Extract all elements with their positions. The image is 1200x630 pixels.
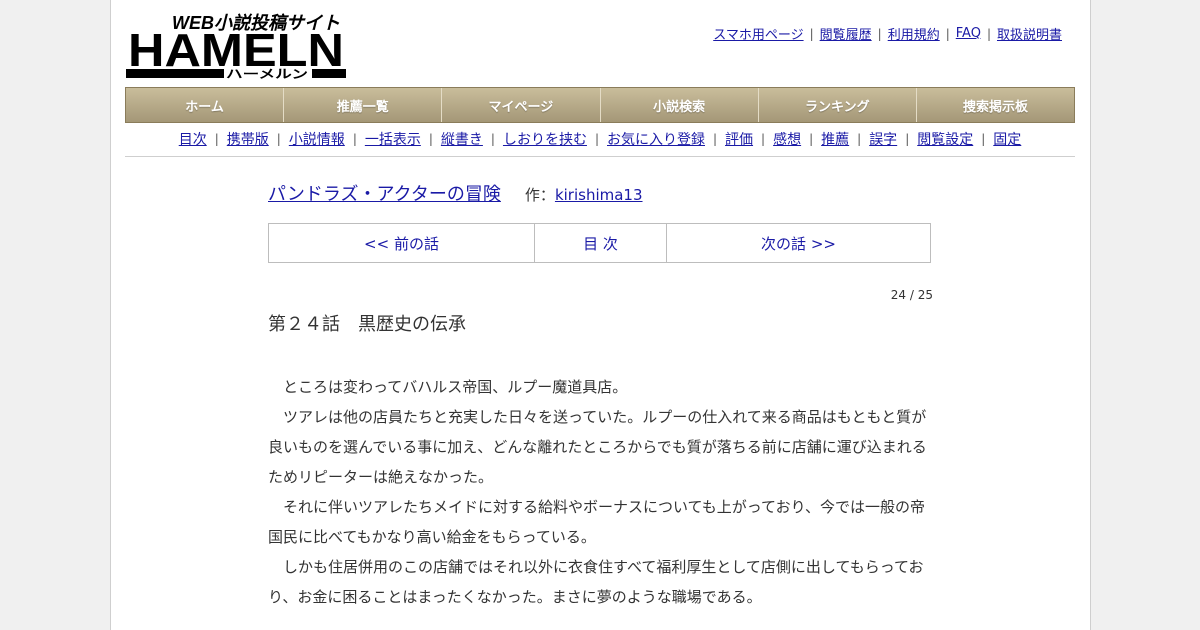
subnav-view-settings[interactable]: 閲覧設定 [917, 129, 973, 149]
novel-content: パンドラズ・アクターの冒険 作：kirishima13 << 前の話 目 次 次… [268, 180, 933, 612]
separator: | [214, 132, 219, 146]
subnav-rating[interactable]: 評価 [725, 129, 753, 149]
nav-recommendations[interactable]: 推薦一覧 [284, 88, 443, 122]
separator: | [877, 26, 882, 41]
separator: | [945, 26, 950, 41]
separator: | [809, 132, 814, 146]
subnav-pin[interactable]: 固定 [993, 129, 1021, 149]
nav-home[interactable]: ホーム [126, 88, 285, 122]
separator: | [986, 26, 991, 41]
subnav-typo[interactable]: 誤字 [869, 129, 897, 149]
separator: | [352, 132, 357, 146]
subnav-toc[interactable]: 目次 [179, 129, 207, 149]
separator: | [905, 132, 910, 146]
paragraph: それに伴いツアレたちメイドに対する給料やボーナスについても上がっており、今では一… [268, 498, 926, 546]
terms-link[interactable]: 利用規約 [888, 24, 940, 43]
smartphone-page-link[interactable]: スマホ用ページ [713, 24, 803, 43]
logo-kana: ハーメルン [226, 67, 308, 80]
next-chapter-link[interactable]: 次の話 >> [761, 233, 836, 254]
separator: | [761, 132, 766, 146]
separator: | [981, 132, 986, 146]
chapter-title: 第２４話 黒歴史の伝承 [268, 314, 466, 335]
author-link[interactable]: kirishima13 [555, 186, 643, 204]
subnav-show-all[interactable]: 一括表示 [365, 129, 421, 149]
chapter-body: ところは変わってバハルス帝国、ルプー魔道具店。 ツアレは他の店員たちと充実した日… [268, 372, 933, 612]
faq-link[interactable]: FAQ [956, 26, 981, 41]
nav-mypage[interactable]: マイページ [442, 88, 601, 122]
hameln-logo[interactable]: WEB小説投稿サイト HAMELN ハーメルン [126, 10, 346, 80]
nav-search-board[interactable]: 捜索掲示板 [917, 88, 1074, 122]
separator: | [713, 132, 718, 146]
paragraph: ところは変わってバハルス帝国、ルプー魔道具店。 [268, 378, 628, 396]
pager-toc-cell: 目 次 [535, 224, 667, 262]
subnav-bookmark[interactable]: しおりを挟む [503, 129, 587, 149]
separator: | [809, 26, 814, 41]
separator: | [490, 132, 495, 146]
subnav-comments[interactable]: 感想 [773, 129, 801, 149]
paragraph: しかも住居併用のこの店舗ではそれ以外に衣食住すべて福利厚生として店側に出してもら… [268, 558, 924, 606]
nav-novel-search[interactable]: 小説検索 [601, 88, 759, 122]
main-nav: ホーム 推薦一覧 マイページ 小説検索 ランキング 捜索掲示板 [125, 87, 1075, 123]
author-prefix: 作： [524, 186, 555, 204]
page: WEB小説投稿サイト HAMELN ハーメルン スマホ用ページ | 閲覧履歴 |… [110, 0, 1091, 630]
pager-prev-cell: << 前の話 [269, 224, 535, 262]
subnav-novel-info[interactable]: 小説情報 [289, 129, 345, 149]
subnav-vertical[interactable]: 縦書き [441, 129, 483, 149]
author-line: 作：kirishima13 [525, 184, 643, 205]
toc-link[interactable]: 目 次 [583, 233, 618, 254]
subnav-mobile[interactable]: 携帯版 [227, 129, 269, 149]
separator: | [594, 132, 599, 146]
subnav-favorite[interactable]: お気に入り登録 [607, 129, 705, 149]
manual-link[interactable]: 取扱説明書 [997, 24, 1062, 43]
novel-sub-nav: 目次 | 携帯版 | 小説情報 | 一括表示 | 縦書き | しおりを挟む | … [125, 122, 1075, 157]
separator: | [276, 132, 281, 146]
nav-ranking[interactable]: ランキング [759, 88, 917, 122]
paragraph: ツアレは他の店員たちと充実した日々を送っていた。ルプーの仕入れて来る商品はもとも… [268, 408, 927, 486]
reading-history-link[interactable]: 閲覧履歴 [820, 24, 872, 43]
novel-title-line: パンドラズ・アクターの冒険 作：kirishima13 [268, 180, 933, 206]
separator: | [857, 132, 862, 146]
prev-chapter-link[interactable]: << 前の話 [364, 233, 439, 254]
top-links: スマホ用ページ | 閲覧履歴 | 利用規約 | FAQ | 取扱説明書 [713, 24, 1062, 43]
novel-title-link[interactable]: パンドラズ・アクターの冒険 [268, 180, 501, 206]
subnav-recommend[interactable]: 推薦 [821, 129, 849, 149]
chapter-pager: << 前の話 目 次 次の話 >> [268, 223, 931, 263]
chapter-counter: 24 / 25 [890, 288, 933, 302]
pager-next-cell: 次の話 >> [667, 224, 930, 262]
separator: | [428, 132, 433, 146]
